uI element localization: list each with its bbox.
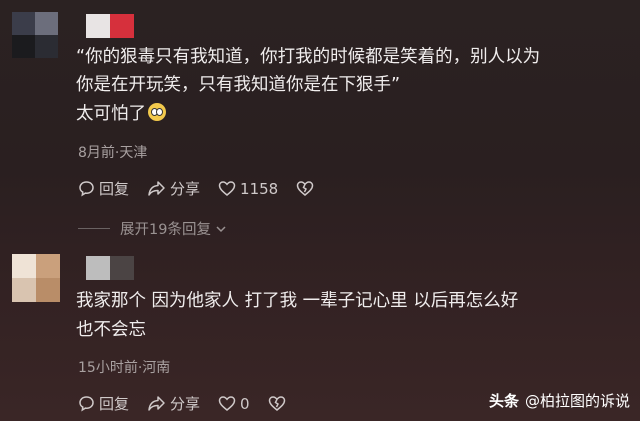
like-button[interactable]: 0 [218, 395, 250, 413]
heart-icon [218, 396, 236, 411]
comment-actions: 回复 分享 1158 [78, 178, 336, 199]
like-button[interactable]: 1158 [218, 180, 278, 198]
avatar[interactable] [12, 12, 58, 58]
reply-icon [79, 181, 94, 197]
reply-button[interactable]: 回复 [78, 178, 129, 199]
avatar-pixel [12, 12, 35, 35]
comment-meta: 15小时前·河南 [78, 360, 171, 376]
comment-text-line: 也不会忘 [76, 320, 146, 340]
expand-replies-label: 展开19条回复 [120, 222, 211, 238]
avatar-pixel [36, 254, 60, 278]
broken-heart-icon [268, 396, 285, 411]
avatar-pixel [35, 12, 58, 35]
avatar-pixel [12, 278, 36, 302]
comment-meta: 8月前·天津 [78, 145, 148, 161]
share-label: 分享 [170, 180, 201, 198]
divider [78, 228, 110, 229]
reply-icon [79, 396, 94, 412]
avatar[interactable] [12, 254, 60, 302]
share-icon [148, 181, 165, 196]
comment-text-line: 你是在开玩笑，只有我知道你是在下狠手” [76, 75, 401, 95]
expand-replies[interactable]: 展开19条回复 [78, 218, 228, 239]
avatar-pixel [12, 254, 36, 278]
like-count: 1158 [240, 179, 279, 198]
avatar-pixel [12, 35, 35, 58]
username-pixel [110, 256, 134, 280]
watermark: 头条 @柏拉图的诉说 [489, 390, 630, 411]
username[interactable] [86, 256, 134, 280]
avatar-pixel [35, 35, 58, 58]
chevron-down-icon [216, 225, 226, 232]
share-button[interactable]: 分享 [147, 178, 200, 199]
username[interactable] [86, 14, 134, 38]
username-pixel [86, 256, 110, 280]
reply-button[interactable]: 回复 [78, 393, 129, 414]
watermark-brand: 头条 [488, 392, 519, 410]
comment-actions: 回复 分享 0 [78, 393, 308, 414]
broken-heart-icon [296, 181, 314, 196]
username-pixel [110, 14, 134, 38]
like-count: 0 [240, 394, 250, 413]
share-button[interactable]: 分享 [147, 393, 200, 414]
share-icon [148, 396, 165, 411]
reply-label: 回复 [99, 180, 130, 198]
dislike-button[interactable] [268, 395, 290, 412]
heart-icon [218, 181, 236, 196]
reply-label: 回复 [99, 395, 130, 413]
username-pixel [86, 14, 110, 38]
comment-text-line: 太可怕了 [76, 100, 166, 128]
watermark-account: @柏拉图的诉说 [524, 392, 630, 410]
share-label: 分享 [170, 395, 201, 413]
scared-face-icon [148, 103, 166, 121]
avatar-pixel [36, 278, 60, 302]
comment-text-line: 我家那个 因为他家人 打了我 一辈子记心里 以后再怎么好 [76, 291, 519, 311]
dislike-button[interactable] [296, 180, 318, 197]
comment-text: 太可怕了 [76, 104, 146, 124]
comment-text-line: “你的狠毒只有我知道，你打我的时候都是笑着的，别人以为 [76, 47, 541, 67]
